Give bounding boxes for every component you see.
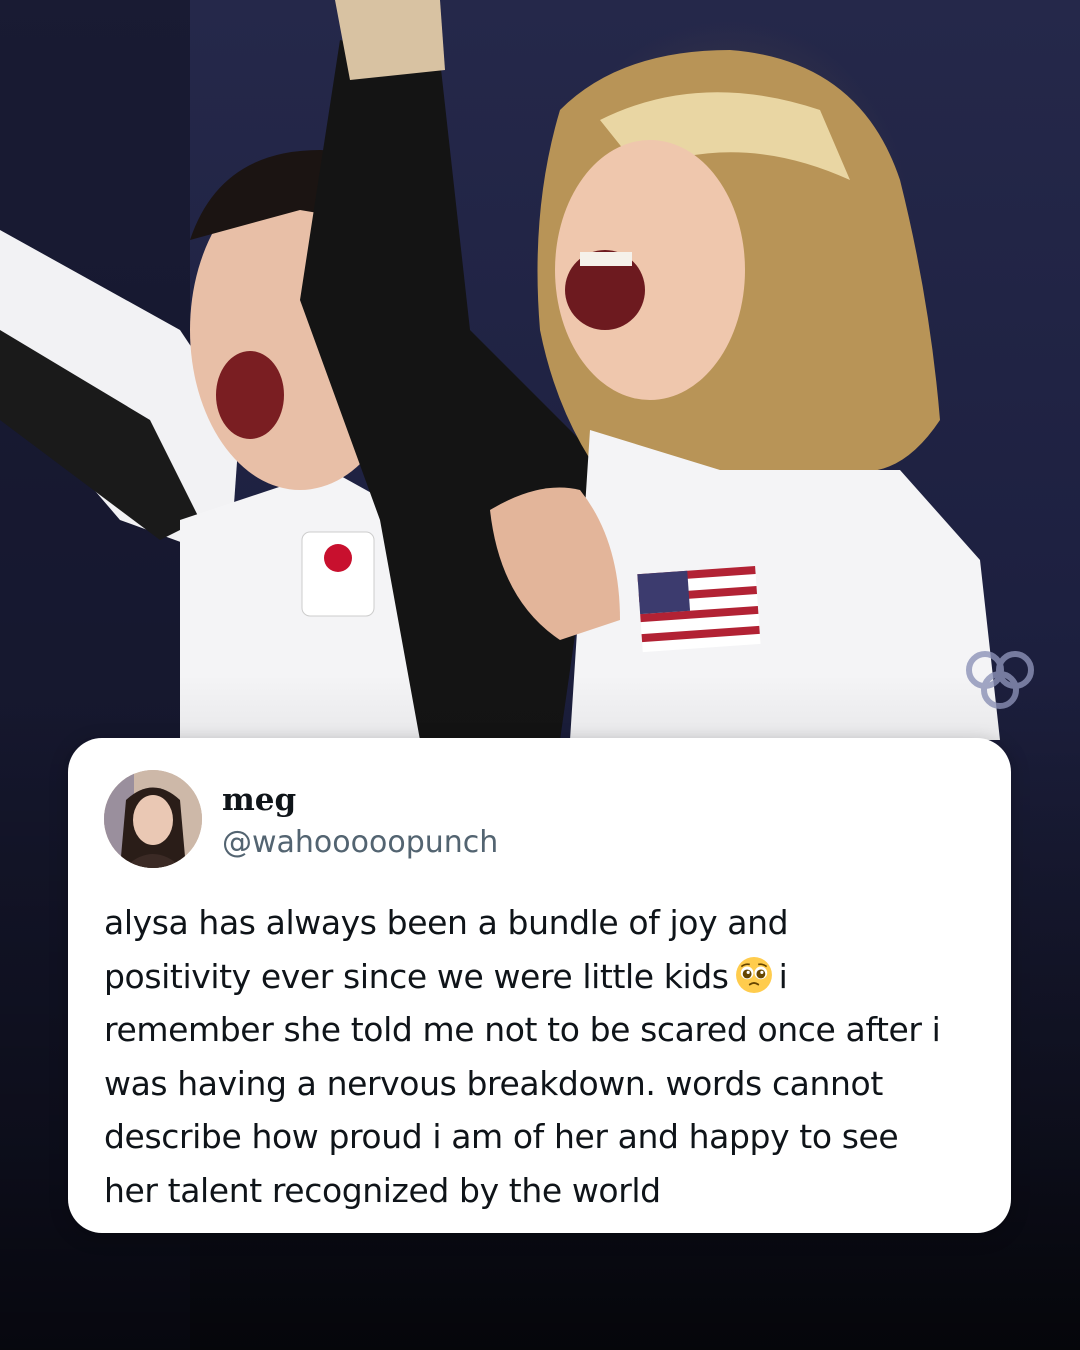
pleading-face-icon xyxy=(735,956,772,993)
tweet-text-line: describe how proud i am of her and happy… xyxy=(104,1117,899,1156)
author-display-name[interactable]: meg xyxy=(222,780,296,820)
tweet-text: alysa has always been a bundle of joy an… xyxy=(104,896,984,1217)
avatar[interactable] xyxy=(104,770,202,868)
tweet-text-segment: i xyxy=(778,956,788,996)
tweet-text-line: remember she told me not to be scared on… xyxy=(104,1010,941,1049)
tweet-text-line-with-emoji: positivity ever since we were little kid… xyxy=(104,950,984,1004)
tweet-text-segment: positivity ever since we were little kid… xyxy=(104,956,729,996)
tweet-text-line: was having a nervous breakdown. words ca… xyxy=(104,1063,883,1103)
profile-photo-avatar-icon xyxy=(104,770,202,868)
author-handle[interactable]: @wahooooopunch xyxy=(222,823,498,863)
tweet-text-line: alysa has always been a bundle of joy an… xyxy=(104,903,789,942)
tweet-text-line: her talent recognized by the world xyxy=(104,1170,661,1210)
